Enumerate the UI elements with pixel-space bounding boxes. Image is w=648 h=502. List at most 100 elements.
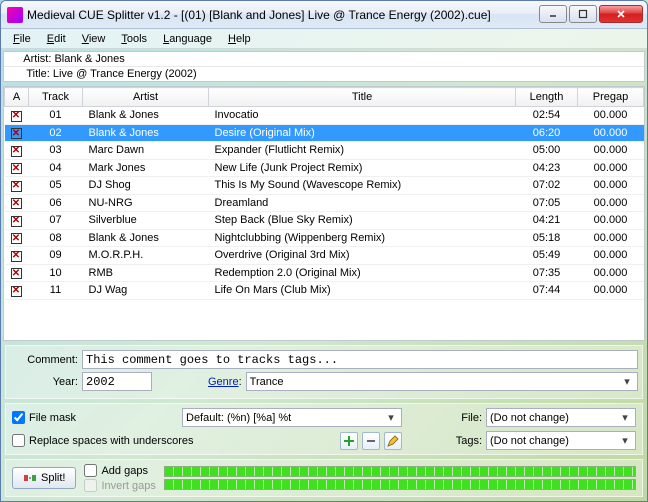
invert-gaps-checkbox: Invert gaps — [84, 479, 155, 492]
close-button[interactable] — [599, 5, 643, 23]
tags-select[interactable]: (Do not change) ▾ — [486, 431, 636, 450]
action-icon[interactable]: ✕ — [11, 128, 22, 139]
cell-artist: Blank & Jones — [83, 229, 209, 247]
replace-spaces-check[interactable] — [12, 434, 25, 447]
tag-panel: Comment: Year: Genre: Trance ▾ — [5, 345, 643, 399]
menu-language[interactable]: Language — [155, 31, 220, 47]
cell-title: Redemption 2.0 (Original Mix) — [209, 264, 516, 282]
filemask-select[interactable]: Default: (%n) [%a] %t ▾ — [182, 408, 402, 427]
window-controls — [537, 5, 643, 25]
cell-length: 04:21 — [516, 212, 578, 230]
cell-artist: RMB — [83, 264, 209, 282]
cell-length: 07:35 — [516, 264, 578, 282]
col-length[interactable]: Length — [516, 88, 578, 107]
track-table-scroll[interactable]: A Track Artist Title Length Pregap ✕01Bl… — [3, 86, 645, 341]
remove-button[interactable] — [362, 432, 380, 450]
col-artist[interactable]: Artist — [83, 88, 209, 107]
header-title-row[interactable]: Title: Live @ Trance Energy (2002) — [4, 67, 644, 81]
cell-length: 04:23 — [516, 159, 578, 177]
action-icon[interactable]: ✕ — [11, 216, 22, 227]
action-icon[interactable]: ✕ — [11, 286, 22, 297]
cell-artist: Mark Jones — [83, 159, 209, 177]
genre-link[interactable]: Genre — [208, 376, 239, 388]
menu-help[interactable]: Help — [220, 31, 259, 47]
table-row[interactable]: ✕03Marc DawnExpander (Flutlicht Remix)05… — [5, 142, 644, 160]
cell-track: 10 — [29, 264, 83, 282]
table-row[interactable]: ✕01Blank & JonesInvocatio02:5400.000 — [5, 107, 644, 125]
cell-track: 11 — [29, 282, 83, 300]
filemask-checkbox[interactable]: File mask — [12, 411, 172, 424]
progress-bar-2 — [164, 479, 636, 490]
cell-artist: DJ Shog — [83, 177, 209, 195]
col-track[interactable]: Track — [29, 88, 83, 107]
action-icon[interactable]: ✕ — [11, 233, 22, 244]
year-label: Year: — [10, 376, 82, 388]
cell-pregap: 00.000 — [578, 124, 644, 142]
filemask-check[interactable] — [12, 411, 25, 424]
header-artist-row[interactable]: Artist: Blank & Jones — [4, 52, 644, 67]
cell-pregap: 00.000 — [578, 282, 644, 300]
action-icon[interactable]: ✕ — [11, 146, 22, 157]
progress-bar-1 — [164, 466, 636, 477]
cell-title: New Life (Junk Project Remix) — [209, 159, 516, 177]
header-artist-label: Artist: — [23, 53, 51, 65]
cell-length: 07:02 — [516, 177, 578, 195]
genre-value: Trance — [250, 376, 284, 388]
action-icon[interactable]: ✕ — [11, 251, 22, 262]
file-select[interactable]: (Do not change) ▾ — [486, 408, 636, 427]
menu-edit[interactable]: Edit — [39, 31, 74, 47]
table-row[interactable]: ✕06NU-NRGDreamland07:0500.000 — [5, 194, 644, 212]
maximize-button[interactable] — [569, 5, 597, 23]
action-icon[interactable]: ✕ — [11, 163, 22, 174]
cell-artist: Blank & Jones — [83, 107, 209, 125]
menu-tools[interactable]: Tools — [113, 31, 155, 47]
menubar: File Edit View Tools Language Help — [1, 29, 647, 49]
filemask-value: Default: (%n) [%a] %t — [186, 412, 291, 424]
add-gaps-checkbox[interactable]: Add gaps — [84, 464, 155, 477]
chevron-down-icon: ▾ — [384, 411, 398, 424]
table-row[interactable]: ✕08Blank & JonesNightclubbing (Wippenber… — [5, 229, 644, 247]
cell-artist: Marc Dawn — [83, 142, 209, 160]
track-table: A Track Artist Title Length Pregap ✕01Bl… — [4, 87, 644, 300]
cell-title: This Is My Sound (Wavescope Remix) — [209, 177, 516, 195]
table-row[interactable]: ✕04Mark JonesNew Life (Junk Project Remi… — [5, 159, 644, 177]
genre-select[interactable]: Trance ▾ — [246, 372, 638, 391]
cell-title: Invocatio — [209, 107, 516, 125]
action-icon[interactable]: ✕ — [11, 181, 22, 192]
cell-track: 01 — [29, 107, 83, 125]
table-row[interactable]: ✕07SilverblueStep Back (Blue Sky Remix)0… — [5, 212, 644, 230]
action-icon[interactable]: ✕ — [11, 268, 22, 279]
table-row[interactable]: ✕02Blank & JonesDesire (Original Mix)06:… — [5, 124, 644, 142]
add-button[interactable] — [340, 432, 358, 450]
table-row[interactable]: ✕ 10RMBRedemption 2.0 (Original Mix)07:35… — [5, 264, 644, 282]
menu-view[interactable]: View — [74, 31, 114, 47]
header-title: Live @ Trance Energy (2002) — [53, 68, 197, 80]
table-row[interactable]: ✕11DJ WagLife On Mars (Club Mix)07:4400.… — [5, 282, 644, 300]
action-icon[interactable]: ✕ — [11, 111, 22, 122]
col-title[interactable]: Title — [209, 88, 516, 107]
edit-button[interactable] — [384, 432, 402, 450]
cell-length: 07:05 — [516, 194, 578, 212]
split-button[interactable]: Split! — [12, 467, 76, 489]
titlebar[interactable]: Medieval CUE Splitter v1.2 - [(01) [Blan… — [1, 1, 647, 29]
cell-title: Overdrive (Original 3rd Mix) — [209, 247, 516, 265]
minimize-button[interactable] — [539, 5, 567, 23]
cell-title: Desire (Original Mix) — [209, 124, 516, 142]
cell-artist: Blank & Jones — [83, 124, 209, 142]
col-a[interactable]: A — [5, 88, 29, 107]
cell-title: Expander (Flutlicht Remix) — [209, 142, 516, 160]
table-row[interactable]: ✕ 05DJ ShogThis Is My Sound (Wavescope Re… — [5, 177, 644, 195]
cell-track: 07 — [29, 212, 83, 230]
cell-pregap: 00.000 — [578, 142, 644, 160]
chevron-down-icon: ▾ — [618, 411, 632, 424]
comment-input[interactable] — [82, 350, 638, 369]
year-input[interactable] — [82, 372, 152, 391]
cell-length: 06:20 — [516, 124, 578, 142]
col-pregap[interactable]: Pregap — [578, 88, 644, 107]
menu-file[interactable]: File — [5, 31, 39, 47]
replace-spaces-checkbox[interactable]: Replace spaces with underscores — [12, 432, 402, 450]
cell-track: 05 — [29, 177, 83, 195]
action-icon[interactable]: ✕ — [11, 198, 22, 209]
table-row[interactable]: ✕09M.O.R.P.H.Overdrive (Original 3rd Mix… — [5, 247, 644, 265]
cell-length: 05:00 — [516, 142, 578, 160]
